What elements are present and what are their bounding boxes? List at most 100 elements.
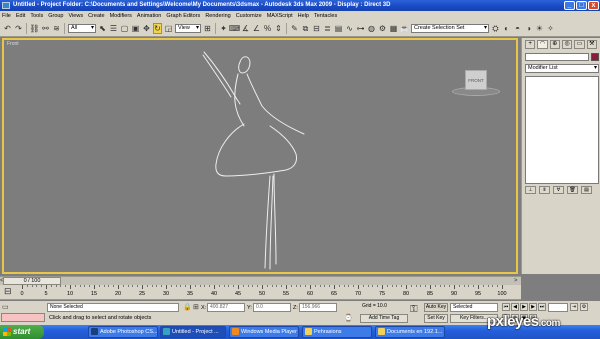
rendered-frame-icon[interactable]: ▦ [389, 23, 398, 34]
taskbar-item-photoshop[interactable]: Adobe Photoshop CS... [88, 326, 158, 338]
object-name-field[interactable] [525, 53, 589, 61]
utilities-tab-icon[interactable]: ⚒ [586, 40, 597, 49]
next-frame-icon[interactable]: ▶ [529, 303, 537, 311]
motion-tab-icon[interactable]: ◎ [561, 40, 573, 49]
redo-icon[interactable]: ↷ [14, 23, 23, 34]
render-last-icon[interactable]: ◑ [524, 23, 533, 34]
absolute-mode-icon[interactable]: ⊞ [193, 303, 199, 312]
go-to-end-icon[interactable]: ⏭ [538, 303, 546, 311]
bind-space-warp-icon[interactable]: ≋ [52, 23, 61, 34]
maxscript-listener-icon[interactable]: ▭ [2, 303, 9, 312]
named-selection-sets-dropdown[interactable]: Create Selection Set [411, 23, 489, 33]
menu-maxscript[interactable]: MAXScript [267, 13, 293, 19]
key-mode-dropdown[interactable]: Selected [450, 303, 498, 312]
select-scale-icon[interactable]: ◲ [164, 23, 173, 34]
window-crossing-icon[interactable]: ▣ [131, 23, 140, 34]
menu-edit[interactable]: Edit [16, 13, 25, 19]
lock-selection-icon[interactable]: 🔒 [183, 303, 192, 312]
open-mini-curve-editor-icon[interactable]: ⊟ [4, 286, 12, 297]
pin-stack-icon[interactable]: ⊥ [525, 186, 536, 194]
time-slider-prev[interactable]: < [0, 277, 4, 285]
link-icon[interactable]: ⛓ [29, 23, 39, 34]
reference-coordinate-dropdown[interactable]: View [175, 23, 201, 33]
activeshade-icon[interactable]: ◓ [513, 23, 522, 34]
select-move-icon[interactable]: ✥ [142, 23, 151, 34]
z-coordinate-field[interactable]: 156.966 [299, 303, 337, 312]
material-editor-icon[interactable]: ◍ [367, 23, 376, 34]
front-viewport[interactable]: Front FRONT [2, 38, 518, 274]
create-tab-icon[interactable]: + [525, 40, 536, 49]
maximize-button[interactable]: □ [576, 1, 587, 10]
modifier-list-dropdown[interactable]: Modifier List [525, 64, 599, 73]
taskbar-item-3dsmax[interactable]: Untitled - Project ... [160, 326, 226, 338]
render-iterative-icon[interactable]: ◐ [502, 23, 511, 34]
go-to-start-icon[interactable]: ⏮ [502, 303, 510, 311]
modify-tab-icon[interactable]: ◠ [537, 40, 548, 49]
configure-sets-icon[interactable]: ▤ [581, 186, 592, 194]
maxscript-mini-listener[interactable] [1, 313, 45, 322]
keyboard-shortcut-icon[interactable]: ⌨ [229, 23, 241, 34]
make-unique-icon[interactable]: ∀ [553, 186, 564, 194]
align-icon[interactable]: ⊟ [312, 23, 321, 34]
frame-ruler[interactable]: 0 5 10 15 20 25 30 35 40 45 50 55 60 65 70 75 80 85 90 95 10… [20, 285, 507, 299]
menu-rendering[interactable]: Rendering [205, 13, 230, 19]
menu-views[interactable]: Views [69, 13, 84, 19]
render-production-icon[interactable]: ☕ [400, 23, 410, 34]
render-setup-icon[interactable]: ⚙ [378, 23, 387, 34]
menu-graph-editors[interactable]: Graph Editors [166, 13, 200, 19]
x-coordinate-field[interactable]: 400.827 [207, 303, 245, 312]
snaps-toggle-icon[interactable]: ∡ [241, 23, 250, 34]
environment-icon[interactable]: ☀ [535, 23, 544, 34]
y-coordinate-field[interactable]: 0.0 [253, 303, 291, 312]
time-slider-thumb[interactable]: 0 / 100 [3, 277, 61, 285]
undo-icon[interactable]: ↶ [3, 23, 12, 34]
time-slider[interactable]: 0 / 100 < > [0, 276, 521, 285]
select-object-icon[interactable]: ⬉ [98, 23, 107, 34]
close-button[interactable]: x [588, 1, 599, 10]
hierarchy-tab-icon[interactable]: ⊕ [549, 40, 560, 49]
menu-tools[interactable]: Tools [30, 13, 43, 19]
edit-named-selection-icon[interactable]: ✎ [290, 23, 299, 34]
menu-modifiers[interactable]: Modifiers [110, 13, 132, 19]
set-keys-icon[interactable]: ⚿ [410, 305, 418, 315]
key-mode-toggle-icon[interactable]: ⇥ [570, 303, 578, 311]
menu-customize[interactable]: Customize [236, 13, 262, 19]
start-button[interactable]: start [0, 325, 44, 339]
spinner-snap-icon[interactable]: ⇕ [274, 23, 283, 34]
object-color-swatch[interactable] [591, 53, 599, 61]
pivot-center-icon[interactable]: ⊞ [203, 23, 212, 34]
time-configuration-icon[interactable]: ⚙ [580, 303, 588, 311]
taskbar-item-folder[interactable]: Pehrasions [302, 326, 372, 338]
time-slider-next[interactable]: > [514, 277, 518, 285]
select-manipulate-icon[interactable]: ✦ [219, 23, 228, 34]
menu-animation[interactable]: Animation [137, 13, 161, 19]
minimize-button[interactable]: _ [564, 1, 575, 10]
modifier-stack[interactable] [525, 76, 599, 184]
play-icon[interactable]: ▶ [520, 303, 528, 311]
menu-help[interactable]: Help [298, 13, 309, 19]
effects-icon[interactable]: ✧ [546, 23, 555, 34]
angle-snap-icon[interactable]: ∠ [252, 23, 261, 34]
menu-tentacles[interactable]: Tentacles [314, 13, 337, 19]
graphite-ribbon-icon[interactable]: ▤ [334, 23, 343, 34]
taskbar-item-documents[interactable]: Documents en 192.1... [375, 326, 445, 338]
select-by-name-icon[interactable]: ☰ [109, 23, 118, 34]
menu-group[interactable]: Group [48, 13, 63, 19]
auto-key-button[interactable]: Auto Key [424, 303, 448, 312]
taskbar-item-media-player[interactable]: Windows Media Player [229, 326, 299, 338]
previous-frame-icon[interactable]: ◀ [511, 303, 519, 311]
layer-manager-icon[interactable]: ≣ [323, 23, 332, 34]
display-tab-icon[interactable]: ▭ [574, 40, 585, 49]
rectangular-selection-icon[interactable]: ▢ [120, 23, 129, 34]
current-frame-field[interactable] [548, 303, 568, 312]
add-time-tag-button[interactable]: Add Time Tag [360, 314, 408, 323]
schematic-view-icon[interactable]: ⊶ [356, 23, 365, 34]
menu-file[interactable]: File [2, 13, 11, 19]
menu-create[interactable]: Create [88, 13, 105, 19]
track-bar[interactable]: ⊟ 0 5 10 15 20 25 30 35 40 45 50 55 60 65 70 75 80 85 90 95… [0, 285, 521, 300]
unlink-icon[interactable]: ⚯ [41, 23, 50, 34]
percent-snap-icon[interactable]: % [263, 23, 272, 34]
show-end-result-icon[interactable]: Ⅱ [539, 186, 550, 194]
remove-modifier-icon[interactable]: 🗑 [567, 186, 578, 194]
viewcube-face[interactable]: FRONT [465, 70, 487, 90]
